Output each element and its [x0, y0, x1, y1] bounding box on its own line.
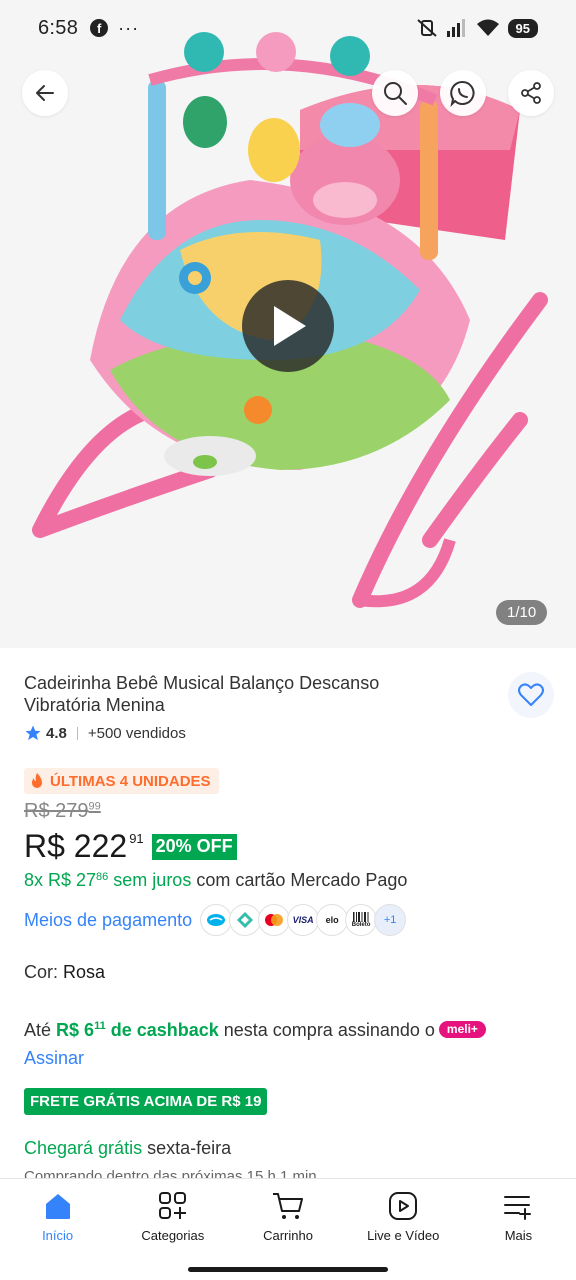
whatsapp-icon — [450, 80, 475, 107]
nav-label-cart: Carrinho — [263, 1228, 313, 1243]
pix-icon — [229, 904, 262, 936]
play-video-button[interactable] — [242, 280, 334, 372]
product-details: Cadeirinha Bebê Musical Balanço Descanso… — [0, 648, 576, 1178]
installments-value: 8x R$ 27 — [24, 870, 97, 890]
share-button[interactable] — [508, 70, 554, 116]
cashback-prefix: Até — [24, 1020, 57, 1040]
facebook-icon: f — [90, 19, 109, 37]
gallery-counter: 1/10 — [496, 600, 548, 625]
nav-item-more[interactable]: Mais — [461, 1179, 576, 1259]
subscribe-link[interactable]: Assinar — [24, 1044, 554, 1072]
current-price: R$ 222 91 — [24, 828, 144, 865]
installments-amount: 8x R$ 2786 sem juros — [24, 870, 191, 890]
cashback-info: Até R$ 611 de cashback nesta compra assi… — [24, 1012, 554, 1072]
delivery-free-label: Chegará grátis — [24, 1138, 143, 1158]
visa-icon: VISA — [287, 904, 320, 936]
free-shipping-badge: FRETE GRÁTIS ACIMA DE R$ 19 — [24, 1088, 268, 1115]
signal-icon — [446, 19, 465, 37]
cashback-value: R$ 6 — [56, 1020, 95, 1040]
current-price-cents: 91 — [129, 831, 144, 846]
installments-interest: sem juros — [108, 870, 192, 890]
more-payment-methods[interactable]: +1 — [374, 904, 407, 936]
rating-row[interactable]: 4.8 +500 vendidos — [24, 724, 186, 742]
delivery-countdown: Comprando dentro das próximas 15 h 1 min — [24, 1168, 317, 1178]
menu-icon — [504, 1196, 532, 1220]
original-price: R$ 27999 — [24, 800, 101, 823]
status-bar: 6:58 f ··· 95 — [0, 0, 576, 56]
cashback-suffix: nesta compra assinando o — [218, 1020, 435, 1040]
rating-value: 4.8 — [46, 724, 67, 742]
boleto-label: Boleto — [351, 922, 371, 928]
color-value: Rosa — [63, 962, 106, 982]
sold-count: +500 vendidos — [87, 724, 186, 742]
nav-label-home: Início — [42, 1228, 74, 1243]
cashback-cents: 11 — [94, 1020, 106, 1032]
meli-plus-badge: meli+ — [438, 1021, 486, 1038]
urgency-badge: ÚLTIMAS 4 UNIDADES — [24, 768, 219, 794]
search-icon — [384, 82, 407, 105]
whatsapp-share-button[interactable] — [440, 70, 486, 116]
installments-cents: 86 — [96, 871, 109, 883]
cashback-label: de cashback — [105, 1020, 219, 1040]
original-price-main: R$ 279 — [24, 800, 89, 822]
video-icon — [389, 1192, 418, 1220]
installments: 8x R$ 2786 sem juros com cartão Mercado … — [24, 870, 407, 891]
wifi-icon — [476, 19, 499, 36]
payment-methods-row[interactable]: Meios de pagamento VISA elo Boleto +1 — [24, 904, 407, 936]
nav-label-more: Mais — [504, 1228, 533, 1243]
share-icon — [521, 82, 541, 104]
home-indicator[interactable] — [188, 1267, 388, 1272]
status-time: 6:58 — [38, 16, 79, 39]
home-icon — [45, 1194, 70, 1219]
nav-label-live-video: Live e Vídeo — [367, 1228, 440, 1243]
favorite-button[interactable] — [508, 672, 554, 718]
product-title: Cadeirinha Bebê Musical Balanço Descanso… — [24, 673, 380, 715]
discount-badge: 20% OFF — [151, 833, 237, 860]
elo-icon: elo — [316, 904, 349, 936]
nav-item-categories[interactable]: Categorias — [115, 1179, 230, 1259]
color-label: Cor: — [24, 962, 64, 982]
battery-indicator: 95 — [507, 18, 538, 38]
play-icon — [274, 306, 306, 346]
nav-label-categories: Categorias — [141, 1228, 205, 1243]
fire-icon — [32, 773, 42, 788]
categories-icon — [158, 1192, 186, 1219]
product-gallery[interactable]: 1/10 — [0, 0, 576, 648]
back-icon — [36, 85, 54, 101]
cart-icon — [273, 1193, 303, 1219]
delivery-day: sexta-feira — [142, 1138, 232, 1158]
heart-icon — [518, 683, 544, 706]
payment-methods-link[interactable]: Meios de pagamento — [24, 910, 192, 931]
more-notifications-indicator: ··· — [118, 17, 140, 38]
current-price-main: R$ 222 — [24, 828, 128, 864]
status-icons: 95 — [416, 18, 538, 38]
mastercard-icon — [258, 904, 291, 936]
price-row: R$ 222 91 20% OFF — [24, 828, 237, 865]
star-icon — [25, 725, 41, 741]
rating-divider — [76, 726, 78, 740]
cashback-amount: R$ 611 de cashback — [56, 1020, 219, 1040]
bottom-navigation: Início Categorias Carrinho Live e Vídeo … — [0, 1178, 576, 1280]
nav-item-live-video[interactable]: Live e Vídeo — [346, 1179, 461, 1259]
nav-item-home[interactable]: Início — [0, 1179, 115, 1259]
mute-vibrate-icon — [416, 19, 437, 37]
nav-item-cart[interactable]: Carrinho — [230, 1179, 345, 1259]
installments-suffix: com cartão Mercado Pago — [191, 870, 408, 890]
boleto-icon: Boleto — [345, 904, 378, 936]
search-button[interactable] — [372, 70, 418, 116]
mercado-pago-icon — [200, 904, 233, 936]
original-price-cents: 99 — [88, 800, 101, 813]
color-selection[interactable]: Cor: Rosa — [24, 962, 105, 983]
back-button[interactable] — [22, 70, 68, 116]
delivery-info[interactable]: Chegará grátis sexta-feira — [24, 1138, 231, 1159]
urgency-text: ÚLTIMAS 4 UNIDADES — [50, 772, 211, 790]
